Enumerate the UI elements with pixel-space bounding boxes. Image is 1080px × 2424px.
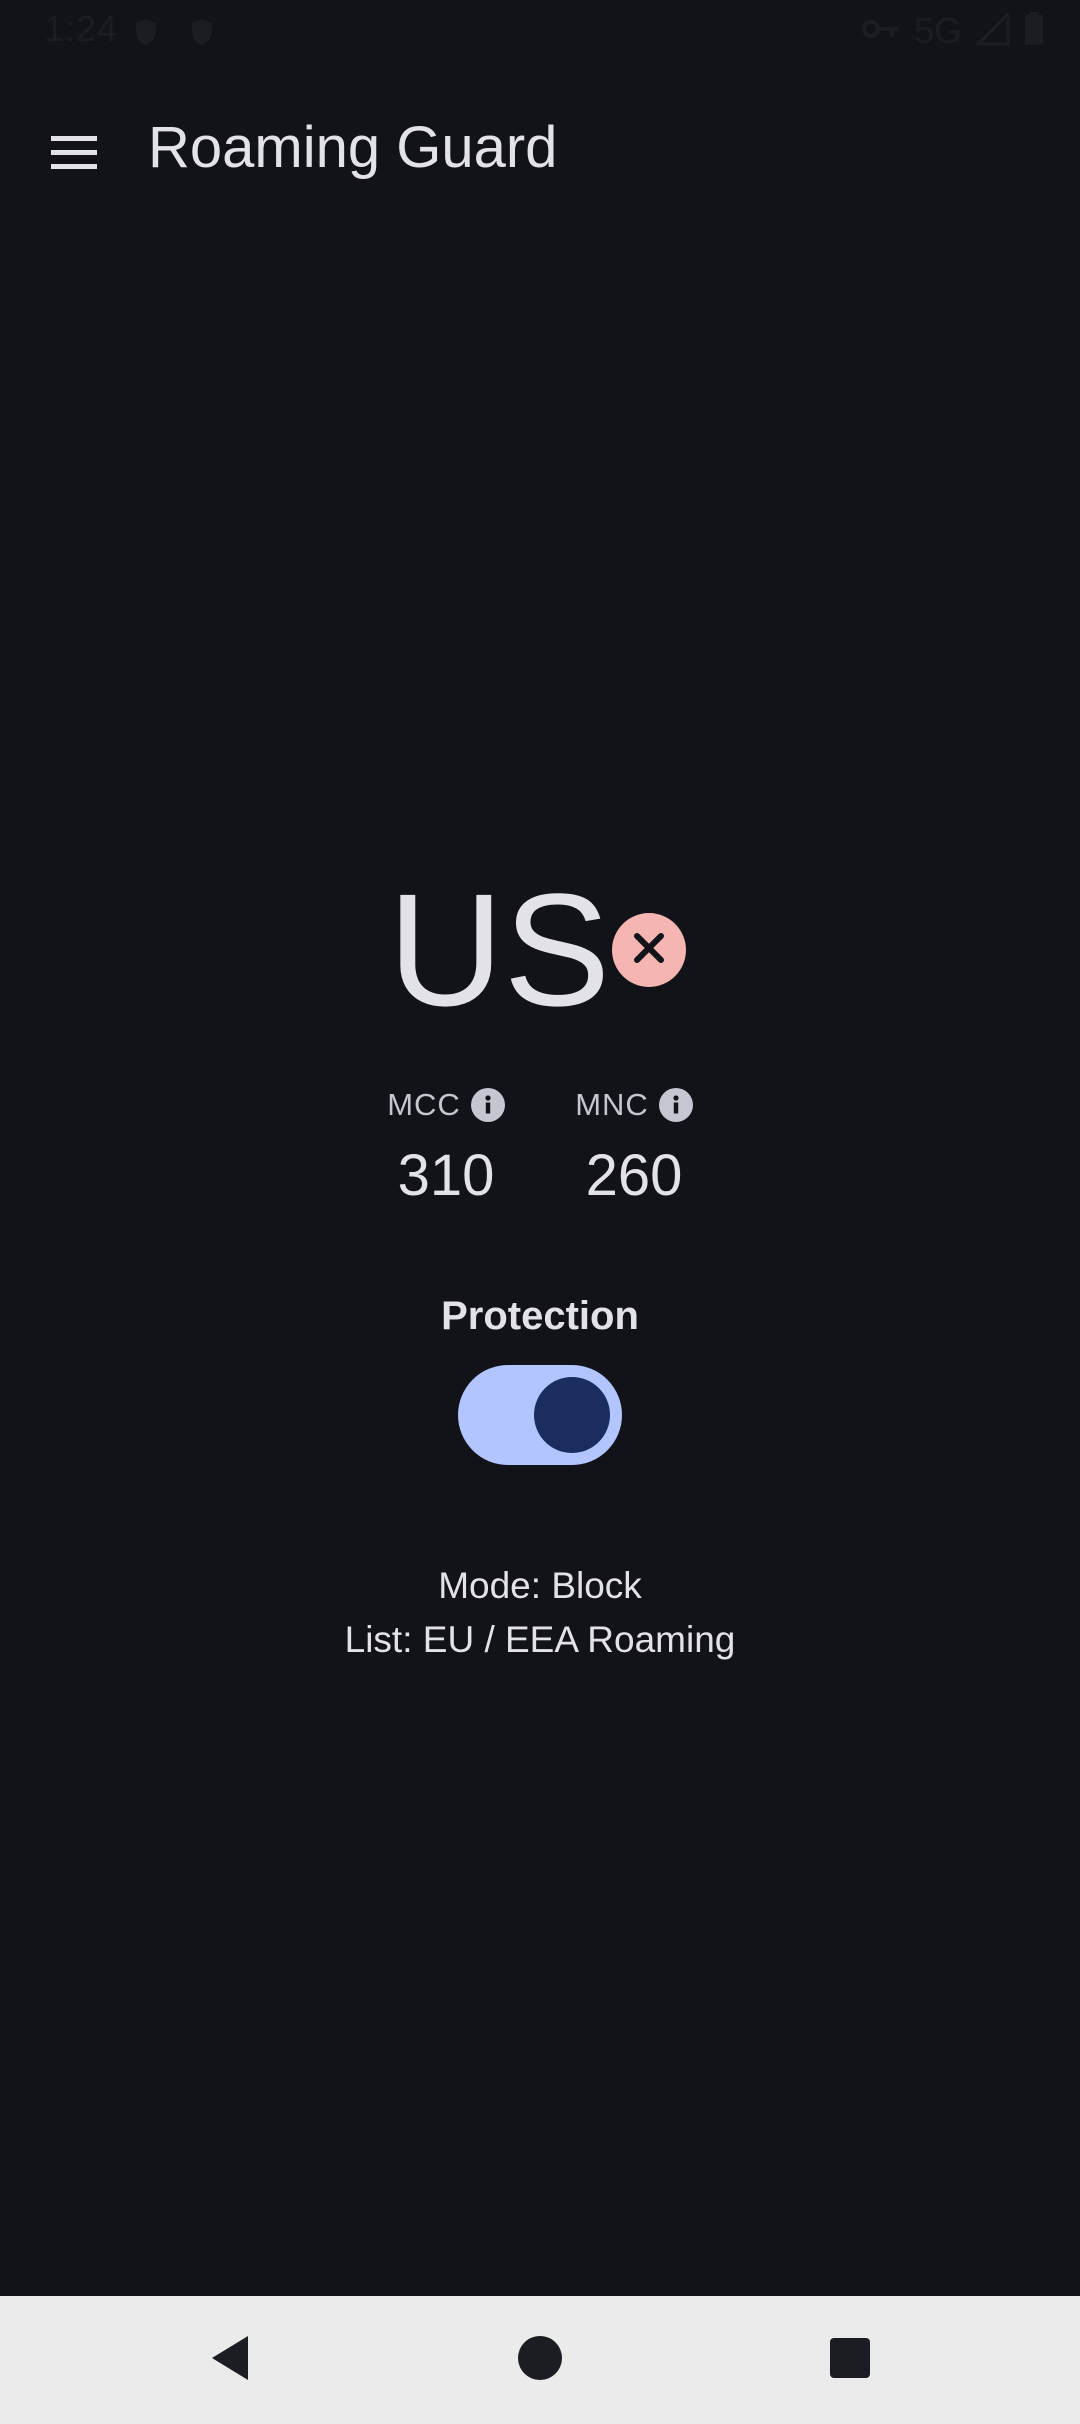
recents-button[interactable] [810,2320,890,2400]
signal-icon [974,9,1010,51]
hamburger-menu-icon [49,132,99,177]
country-row: US [0,860,1080,1040]
mcc-label: MCC [387,1087,461,1122]
shield-icon [134,18,158,46]
blocked-status-button[interactable] [612,913,686,987]
status-icons: 5G [861,9,1044,52]
mcc-info-icon[interactable] [470,1088,505,1122]
app-title: Roaming Guard [148,115,558,180]
app-bar: Roaming Guard [0,80,1080,216]
screen: 1:24 5G Roaming Guard US MCC 310 MNC 260… [0,0,1080,2424]
protection-toggle[interactable] [458,1365,622,1465]
protection-label: Protection [441,1294,639,1338]
vpn-key-icon [861,18,900,45]
back-icon [208,2334,252,2387]
mode-text: Mode: Block [438,1565,642,1606]
mcc-value: 310 [397,1143,495,1208]
list-text: List: EU / EEA Roaming [344,1619,736,1660]
battery-icon [1024,11,1044,51]
recents-icon [830,2337,870,2383]
status-bar: 1:24 5G [0,0,1080,62]
mnc-value: 260 [585,1143,683,1208]
system-nav-bar [0,2296,1080,2424]
home-icon [517,2335,563,2386]
mcc-block: MCC 310 [346,1082,546,1209]
menu-button[interactable] [30,110,118,198]
mnc-block: MNC 260 [534,1082,734,1209]
network-type: 5G [913,10,962,51]
mnc-label: MNC [575,1087,649,1122]
close-circle-icon [629,928,669,973]
country-code: US [388,860,611,1039]
mnc-info-icon[interactable] [658,1088,693,1122]
back-button[interactable] [190,2320,270,2400]
home-button[interactable] [500,2320,580,2400]
status-time: 1:24 [44,8,119,49]
toggle-knob [534,1377,610,1453]
shield-icon [190,18,214,46]
